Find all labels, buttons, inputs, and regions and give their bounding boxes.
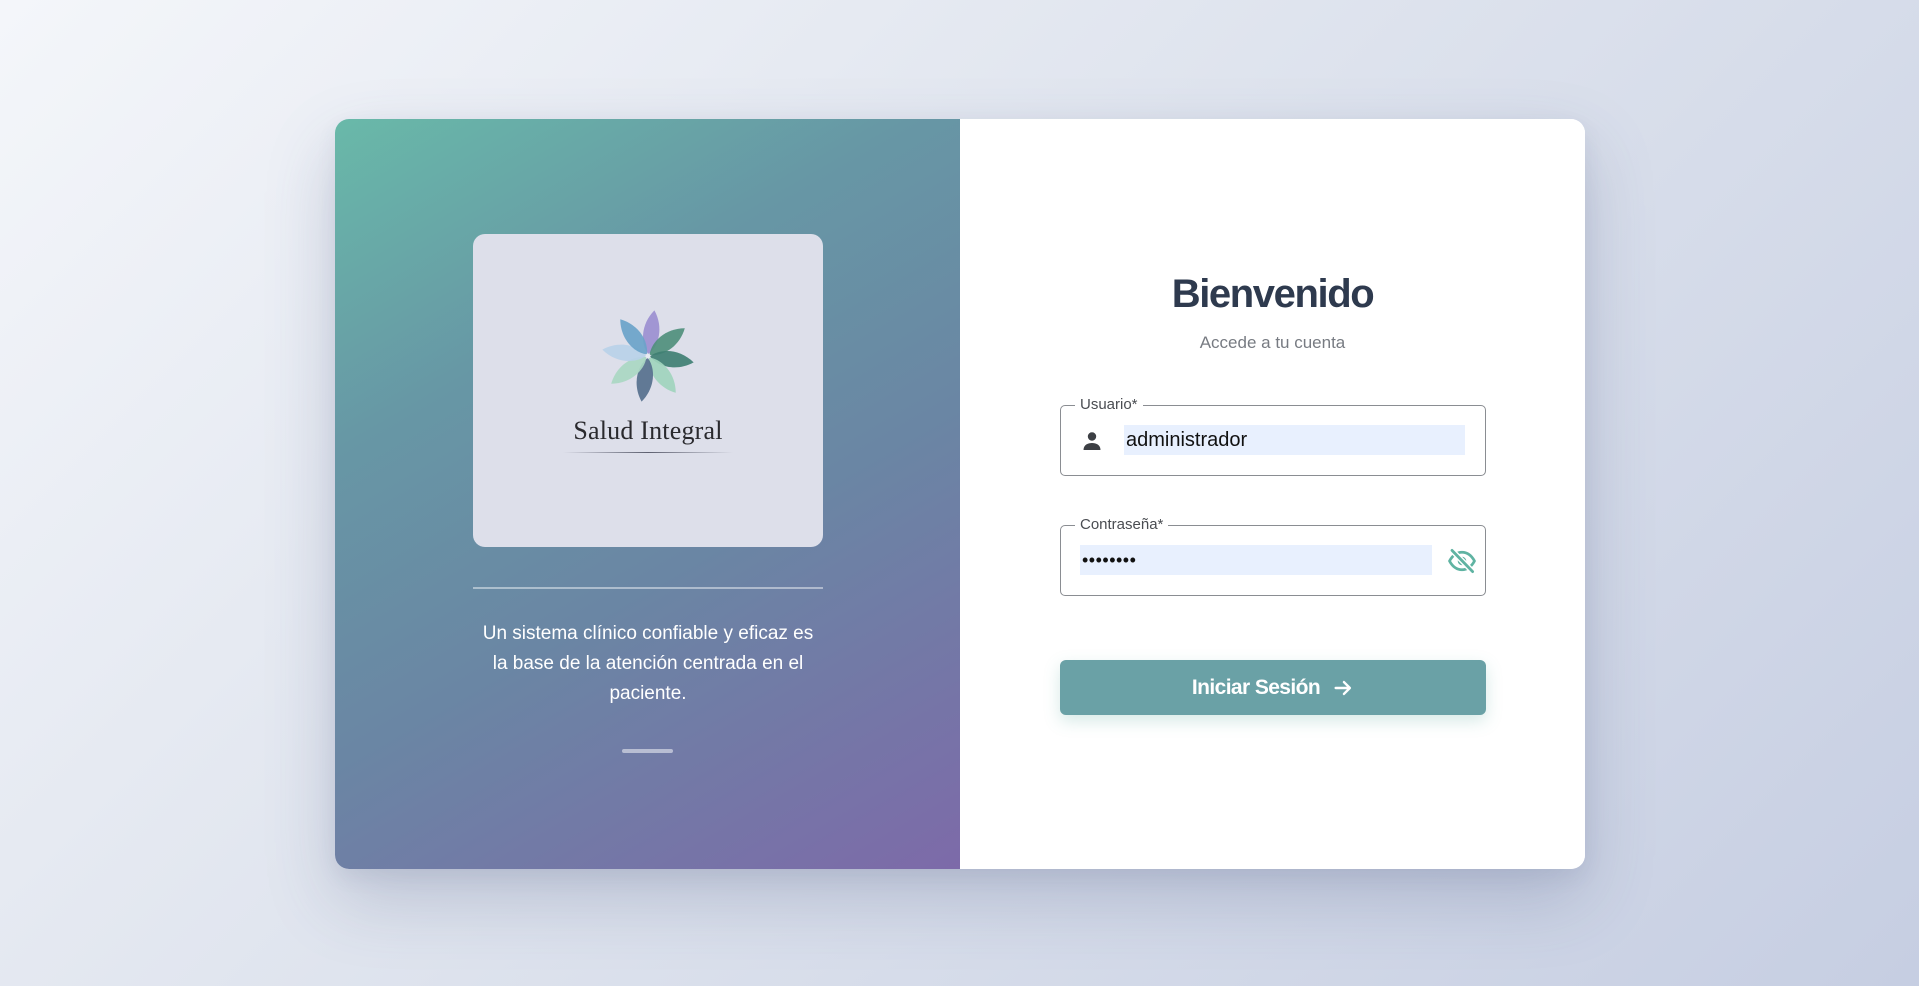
person-icon	[1079, 428, 1105, 454]
username-label: Usuario*	[1075, 397, 1143, 413]
login-card: Salud Integral Un sistema clínico confia…	[335, 119, 1585, 869]
login-button-label: Iniciar Sesión	[1191, 675, 1321, 699]
eye-off-icon[interactable]	[1446, 545, 1478, 577]
password-label: Contraseña*	[1075, 517, 1169, 533]
welcome-title: Bienvenido	[1171, 272, 1375, 316]
flower-petals-logo-icon	[602, 310, 694, 402]
decorative-bar	[622, 749, 673, 753]
username-field: Usuario*	[1060, 397, 1486, 476]
brand-name: Salud Integral	[573, 416, 723, 445]
logo-container: Salud Integral	[473, 234, 823, 547]
password-field: Contraseña*	[1060, 517, 1486, 596]
brand-panel: Salud Integral Un sistema clínico confia…	[335, 119, 960, 869]
login-subtitle: Accede a tu cuenta	[1199, 333, 1346, 352]
arrow-right-icon	[1334, 680, 1352, 695]
password-input[interactable]	[1080, 545, 1432, 575]
panel-divider	[473, 587, 823, 589]
login-button[interactable]: Iniciar Sesión	[1060, 660, 1486, 715]
login-panel: Bienvenido Accede a tu cuenta Usuario* C…	[960, 119, 1585, 869]
logo-underline	[563, 452, 733, 453]
username-input[interactable]	[1124, 425, 1465, 455]
tagline-text: Un sistema clínico confiable y eficaz es…	[482, 623, 814, 704]
